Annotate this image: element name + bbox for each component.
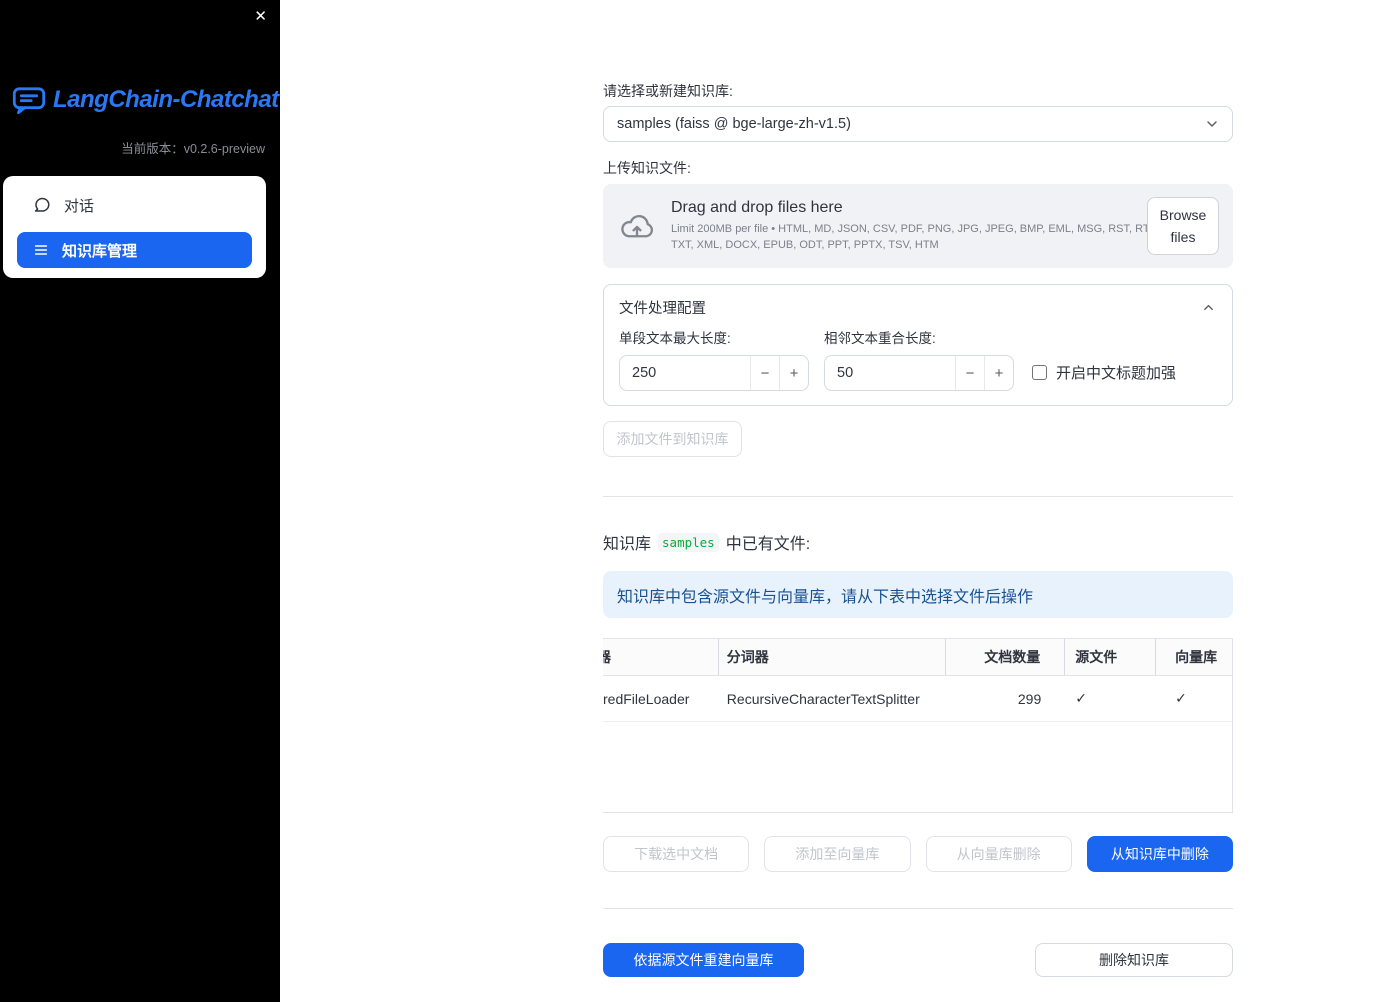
col-header-source-file: 源文件 xyxy=(1065,639,1157,675)
add-to-vector-store-button[interactable]: 添加至向量库 xyxy=(764,836,911,872)
expander-body: 单段文本最大长度: 250 − + 相邻文本重合长度: 50 − + 开启中文标… xyxy=(604,328,1232,405)
delete-kb-button[interactable]: 删除知识库 xyxy=(1035,943,1233,977)
table-row[interactable]: redFileLoader RecursiveCharacterTextSpli… xyxy=(603,676,1232,722)
col-header-splitter: 分词器 xyxy=(719,639,947,675)
dropzone-limit-line1: Limit 200MB per file • HTML, MD, JSON, C… xyxy=(671,222,1159,235)
kb-select-value: samples (faiss @ bge-large-zh-v1.5) xyxy=(617,116,851,132)
chat-logo-icon xyxy=(12,86,46,114)
app-title: LangChain-Chatchat xyxy=(53,86,279,113)
info-banner-text: 知识库中包含源文件与向量库，请从下表中选择文件后操作 xyxy=(617,588,1034,606)
minus-stepper-icon[interactable]: − xyxy=(750,356,779,390)
sidebar-nav: 对话 知识库管理 xyxy=(3,176,266,278)
zh-title-enhance-label: 开启中文标题加强 xyxy=(1056,365,1177,382)
sidebar-item-dialogue[interactable]: 对话 xyxy=(17,186,252,224)
kb-files-prefix: 知识库 xyxy=(603,536,652,553)
kb-name-code: samples xyxy=(658,532,719,552)
chunk-overlap-value[interactable]: 50 xyxy=(825,356,955,390)
browse-files-button[interactable]: Browse files xyxy=(1147,196,1219,256)
dropzone-title: Drag and drop files here xyxy=(671,198,843,216)
chunk-size-input: 250 − + xyxy=(619,355,809,391)
cell-vector-check: ✓ xyxy=(1175,690,1187,706)
download-selected-button[interactable]: 下载选中文档 xyxy=(603,836,750,872)
kb-files-heading: 知识库 samples 中已有文件: xyxy=(603,530,1233,554)
zh-title-enhance-checkbox[interactable] xyxy=(1032,365,1047,380)
col-header-loader: 器 xyxy=(603,639,719,675)
delete-from-kb-button[interactable]: 从知识库中删除 xyxy=(1086,836,1233,872)
sidebar: ✕ LangChain-Chatchat 当前版本：v0.2.6-preview… xyxy=(0,0,280,1002)
delete-from-vector-store-button[interactable]: 从向量库删除 xyxy=(925,836,1072,872)
chat-bubble-icon xyxy=(33,196,51,214)
cell-doc-count: 299 xyxy=(1017,690,1042,707)
rebuild-vector-store-button[interactable]: 依据源文件重建向量库 xyxy=(603,943,804,977)
col-header-doc-count: 文档数量 xyxy=(946,639,1066,675)
divider xyxy=(603,496,1233,497)
sidebar-item-label: 知识库管理 xyxy=(62,242,138,260)
minus-stepper-icon[interactable]: − xyxy=(955,356,984,390)
cell-splitter: RecursiveCharacterTextSplitter xyxy=(726,690,920,707)
divider xyxy=(603,908,1233,909)
kb-actions-row: 依据源文件重建向量库 删除知识库 xyxy=(603,943,1233,977)
chevron-up-icon xyxy=(1201,300,1216,315)
cell-loader: redFileLoader xyxy=(603,690,690,707)
list-icon xyxy=(33,242,49,258)
dropzone-limit-line2: TXT, XML, DOCX, EPUB, ODT, PPT, PPTX, TS… xyxy=(671,238,939,251)
sidebar-item-knowledge-base[interactable]: 知识库管理 xyxy=(17,232,252,268)
kb-files-suffix: 中已有文件: xyxy=(725,536,811,553)
zh-title-enhance-group: 开启中文标题加强 xyxy=(1032,362,1176,383)
table-actions-row: 下载选中文档 添加至向量库 从向量库删除 从知识库中删除 xyxy=(603,836,1233,872)
cloud-upload-icon xyxy=(619,211,655,241)
expander-header[interactable]: 文件处理配置 xyxy=(604,285,1232,328)
sidebar-item-label: 对话 xyxy=(64,197,95,215)
table-header-row: 器 分词器 文档数量 源文件 向量库 xyxy=(603,639,1232,676)
kb-select[interactable]: samples (faiss @ bge-large-zh-v1.5) xyxy=(603,106,1233,142)
chunk-size-label: 单段文本最大长度: xyxy=(619,331,731,346)
expander-title: 文件处理配置 xyxy=(619,301,706,317)
col-header-vector-store: 向量库 xyxy=(1175,649,1218,665)
chunk-overlap-input: 50 − + xyxy=(824,355,1014,391)
chunk-size-value[interactable]: 250 xyxy=(620,356,750,390)
chunk-size-group: 单段文本最大长度: 250 − + xyxy=(619,331,809,391)
files-table: 器 分词器 文档数量 源文件 向量库 redFileLoader Recursi… xyxy=(603,638,1233,813)
info-banner: 知识库中包含源文件与向量库，请从下表中选择文件后操作 xyxy=(603,571,1233,618)
chunk-overlap-label: 相邻文本重合长度: xyxy=(824,331,936,346)
dropzone-text: Drag and drop files here Limit 200MB per… xyxy=(671,198,1159,254)
close-sidebar-icon[interactable]: ✕ xyxy=(254,8,267,26)
file-config-expander: 文件处理配置 单段文本最大长度: 250 − + 相邻文本重合长度: 50 − … xyxy=(603,284,1233,406)
version-label: 当前版本：v0.2.6-preview xyxy=(121,142,265,156)
file-dropzone[interactable]: Drag and drop files here Limit 200MB per… xyxy=(603,184,1233,268)
upload-label: 上传知识文件: xyxy=(603,160,691,176)
kb-select-label: 请选择或新建知识库: xyxy=(603,83,733,99)
plus-stepper-icon[interactable]: + xyxy=(779,356,808,390)
add-files-to-kb-button[interactable]: 添加文件到知识库 xyxy=(603,421,742,457)
main-content: 请选择或新建知识库: samples (faiss @ bge-large-zh… xyxy=(603,0,1233,977)
chunk-overlap-group: 相邻文本重合长度: 50 − + xyxy=(824,331,1014,391)
chevron-down-icon xyxy=(1204,116,1220,132)
cell-source-check: ✓ xyxy=(1075,690,1087,706)
app-logo: LangChain-Chatchat xyxy=(12,86,279,114)
plus-stepper-icon[interactable]: + xyxy=(984,356,1013,390)
